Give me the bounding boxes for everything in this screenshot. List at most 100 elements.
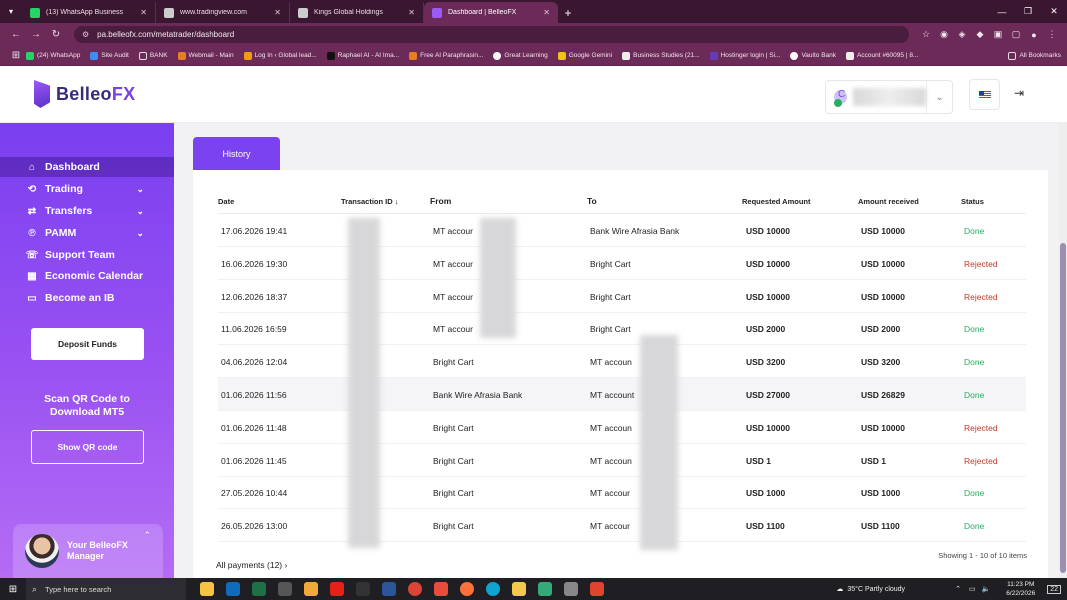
col-amount-received[interactable]: Amount received bbox=[858, 197, 919, 206]
new-tab-button[interactable]: + bbox=[558, 2, 578, 23]
bookmark-item[interactable]: Great Learning bbox=[493, 51, 548, 60]
all-bookmarks-button[interactable]: All Bookmarks bbox=[1008, 51, 1061, 60]
bookmark-item[interactable]: Site Audit bbox=[90, 51, 129, 60]
youtube-icon[interactable] bbox=[330, 582, 344, 596]
profile-icon[interactable]: ● bbox=[1025, 30, 1043, 40]
outlook-icon[interactable] bbox=[226, 582, 240, 596]
chevron-down-icon[interactable]: ⌄ bbox=[926, 81, 952, 113]
close-icon[interactable]: ✕ bbox=[140, 8, 147, 17]
chrome-icon[interactable] bbox=[408, 582, 422, 596]
sidebar-item-trading[interactable]: ⟲ Trading ⌄ bbox=[0, 179, 174, 199]
firefox-icon[interactable] bbox=[460, 582, 474, 596]
notification-icon[interactable]: 22 bbox=[1047, 584, 1061, 594]
sidebar-item-become-ib[interactable]: ▭ Become an IB bbox=[0, 288, 174, 308]
cell-to: Bright Cart bbox=[590, 291, 631, 302]
back-icon[interactable]: ← bbox=[6, 29, 26, 40]
sidebar-item-transfers[interactable]: ⇄ Transfers ⌄ bbox=[0, 201, 174, 221]
reload-icon[interactable]: ↻ bbox=[46, 29, 66, 40]
close-icon[interactable]: ✕ bbox=[543, 8, 550, 17]
belleofx-logo[interactable]: BelleoFX bbox=[34, 80, 135, 108]
bookmark-item[interactable]: (24) WhatsApp bbox=[26, 51, 80, 60]
bookmark-item[interactable]: Log In ‹ Global lead... bbox=[243, 51, 317, 60]
copilot-icon[interactable] bbox=[200, 582, 214, 596]
minimize-icon[interactable]: — bbox=[989, 7, 1015, 17]
volume-icon[interactable]: 🔈 bbox=[982, 585, 991, 593]
bookmark-item[interactable]: Vaulto Bank bbox=[790, 51, 836, 60]
weather-icon[interactable]: ☁ bbox=[836, 585, 843, 593]
extension-icon[interactable]: ◉ bbox=[935, 29, 953, 40]
edge-icon[interactable] bbox=[486, 582, 500, 596]
network-icon[interactable]: ▭ bbox=[969, 585, 976, 593]
shield-icon[interactable]: ◆ bbox=[971, 29, 989, 40]
deposit-funds-button[interactable]: Deposit Funds bbox=[31, 328, 144, 360]
sidebar-item-support[interactable]: ☏ Support Team bbox=[0, 245, 174, 265]
scan-qr-text: Scan QR Code to Download MT5 bbox=[44, 393, 130, 418]
col-transaction-id[interactable]: Transaction ID ↓ bbox=[341, 197, 399, 206]
apps-icon[interactable]: ⊞ bbox=[6, 50, 26, 61]
browser-tab-belleofx[interactable]: Dashboard | BelleoFX ✕ bbox=[424, 2, 558, 23]
bookmark-folder[interactable]: BANK bbox=[138, 51, 168, 60]
taskbar-search-input[interactable]: ⌕ Type here to search bbox=[26, 578, 186, 600]
bookmark-item[interactable]: Free AI Paraphrasin... bbox=[409, 51, 483, 60]
sidebar-item-label: Transfers bbox=[45, 205, 93, 217]
cell-from: Bank Wire Afrasia Bank bbox=[433, 390, 523, 400]
store-icon[interactable] bbox=[356, 582, 370, 596]
col-status[interactable]: Status bbox=[961, 197, 984, 206]
close-icon[interactable]: ✕ bbox=[274, 8, 281, 17]
menu-dots-icon[interactable]: ⋮ bbox=[1043, 29, 1061, 40]
bookmark-star-icon[interactable]: ☆ bbox=[917, 29, 935, 40]
url-input[interactable]: ⚙ pa.belleofx.com/metatrader/dashboard bbox=[74, 26, 909, 43]
close-icon[interactable]: ✕ bbox=[408, 8, 415, 17]
col-requested-amount[interactable]: Requested Amount bbox=[742, 197, 810, 206]
site-info-icon[interactable]: ⚙ bbox=[82, 30, 89, 39]
maps-icon[interactable] bbox=[538, 582, 552, 596]
app-icon[interactable] bbox=[304, 582, 318, 596]
show-qr-code-button[interactable]: Show QR code bbox=[31, 430, 144, 464]
forward-icon[interactable]: → bbox=[26, 29, 46, 40]
site-audit-icon bbox=[90, 51, 99, 60]
bookmark-item[interactable]: Hostinger login | Si... bbox=[709, 51, 780, 60]
browser-tab-tradingview[interactable]: www.tradingview.com ✕ bbox=[156, 2, 290, 23]
puzzle-icon[interactable]: ▣ bbox=[989, 29, 1007, 40]
bookmark-item[interactable]: Business Studies (21... bbox=[622, 51, 700, 60]
sidepanel-icon[interactable]: ▢ bbox=[1007, 29, 1025, 40]
sidebar-item-pamm[interactable]: ℗ PAMM ⌄ bbox=[0, 223, 174, 243]
scrollbar-thumb[interactable] bbox=[1060, 243, 1066, 573]
clock[interactable]: 11:23 PM 6/22/2026 bbox=[1006, 580, 1035, 598]
logout-icon[interactable]: ⇥ bbox=[1014, 86, 1024, 100]
bookmark-item[interactable]: Google Gemini bbox=[557, 51, 612, 60]
tab-search-icon[interactable]: ▾ bbox=[0, 0, 22, 23]
weather-text[interactable]: 35°C Partly cloudy bbox=[847, 586, 905, 593]
col-to[interactable]: To bbox=[587, 196, 597, 206]
browser-tab-kings[interactable]: Kings Global Holdings ✕ bbox=[290, 2, 424, 23]
all-payments-link[interactable]: All payments (12) › bbox=[216, 560, 287, 570]
extension-icon[interactable]: ◈ bbox=[953, 29, 971, 40]
file-explorer-icon[interactable] bbox=[512, 582, 526, 596]
windows-start-icon[interactable]: ⊞ bbox=[0, 584, 26, 595]
sidebar-item-economic-calendar[interactable]: ▦ Economic Calendar bbox=[0, 266, 174, 286]
bookmark-item[interactable]: Webmail - Main bbox=[177, 51, 234, 60]
col-from[interactable]: From bbox=[430, 196, 451, 206]
restore-icon[interactable]: ❐ bbox=[1015, 6, 1041, 17]
bookmark-item[interactable]: Raphael AI - AI Ima... bbox=[326, 51, 399, 60]
browser-tab-whatsapp[interactable]: (13) WhatsApp Business ✕ bbox=[22, 2, 156, 23]
vivaldi-icon[interactable] bbox=[590, 582, 604, 596]
bookmark-item[interactable]: Account #60095 | 8... bbox=[846, 51, 918, 60]
excel-icon[interactable] bbox=[252, 582, 266, 596]
app-icon[interactable] bbox=[434, 582, 448, 596]
cell-date: 12.06.2026 18:37 bbox=[221, 291, 288, 302]
tray-chevron-icon[interactable]: ⌃ bbox=[955, 585, 961, 593]
user-account-dropdown[interactable]: C ⌄ bbox=[825, 80, 953, 114]
tab-history[interactable]: History bbox=[193, 137, 280, 170]
login-icon bbox=[243, 51, 252, 60]
word-icon[interactable] bbox=[382, 582, 396, 596]
col-date[interactable]: Date bbox=[218, 197, 234, 206]
app-icon[interactable] bbox=[564, 582, 578, 596]
sidebar-item-dashboard[interactable]: ⌂ Dashboard bbox=[0, 157, 174, 177]
manager-card[interactable]: Your BelleoFX Manager ⌃ bbox=[13, 524, 163, 578]
main-scrollbar[interactable] bbox=[1059, 123, 1067, 578]
language-selector[interactable] bbox=[969, 79, 1000, 110]
calculator-icon[interactable] bbox=[278, 582, 292, 596]
chevron-up-icon[interactable]: ⌃ bbox=[143, 530, 151, 541]
close-window-icon[interactable]: ✕ bbox=[1041, 6, 1067, 17]
